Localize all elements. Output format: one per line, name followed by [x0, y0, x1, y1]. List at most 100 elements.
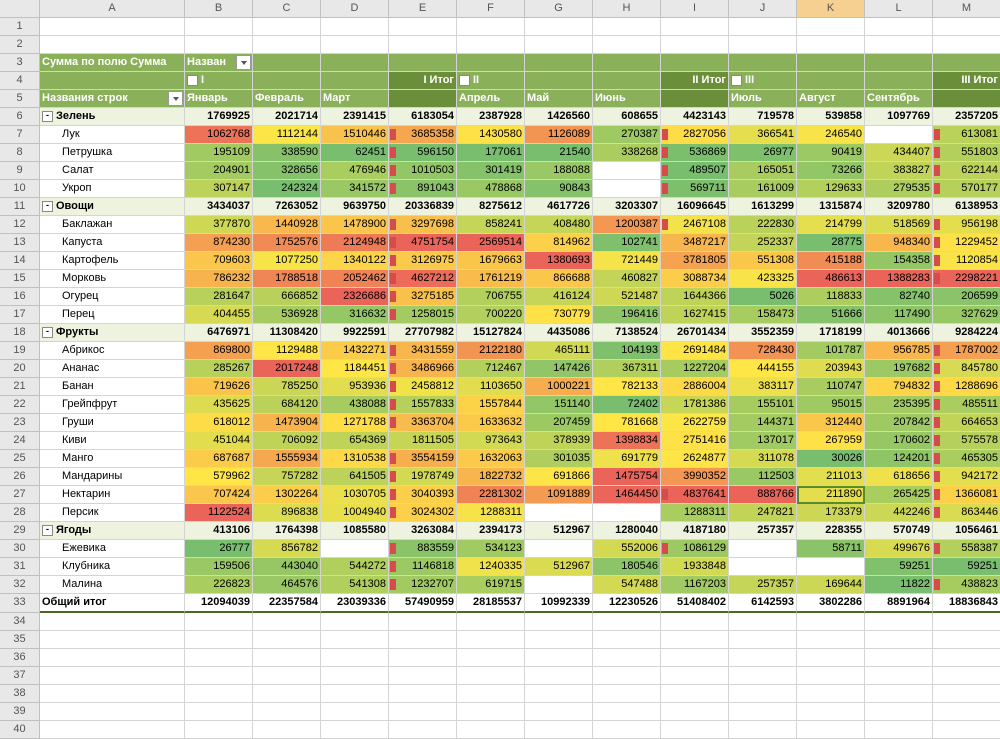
data-cell[interactable]: 1366081	[933, 486, 1000, 504]
data-cell[interactable]: 845780	[933, 360, 1000, 378]
data-cell[interactable]: 1464450	[593, 486, 661, 504]
data-cell[interactable]: 159506	[185, 558, 253, 576]
item-label[interactable]: Груши	[40, 414, 185, 432]
data-cell[interactable]: 377870	[185, 216, 253, 234]
data-cell[interactable]: 3486966	[389, 360, 457, 378]
row-gutter[interactable]: 20	[0, 360, 40, 378]
data-cell[interactable]: 26777	[185, 540, 253, 558]
data-cell[interactable]: 1788518	[253, 270, 321, 288]
item-label[interactable]: Картофель	[40, 252, 185, 270]
data-cell[interactable]: 1752576	[253, 234, 321, 252]
data-cell[interactable]: 4013666	[865, 324, 933, 342]
collapse-icon[interactable]: -	[42, 111, 53, 122]
data-cell[interactable]: 195109	[185, 144, 253, 162]
data-cell[interactable]: 721449	[593, 252, 661, 270]
data-cell[interactable]: 196416	[593, 306, 661, 324]
data-cell[interactable]	[593, 504, 661, 522]
data-cell[interactable]: 1200387	[593, 216, 661, 234]
data-cell[interactable]: 51408402	[661, 594, 729, 613]
data-cell[interactable]: 3990352	[661, 468, 729, 486]
data-cell[interactable]: 942172	[933, 468, 1000, 486]
data-cell[interactable]: 1085580	[321, 522, 389, 540]
data-cell[interactable]: 1315874	[797, 198, 865, 216]
data-cell[interactable]: 3088734	[661, 270, 729, 288]
data-cell[interactable]: 1388283	[865, 270, 933, 288]
data-cell[interactable]: 413106	[185, 522, 253, 540]
row-gutter[interactable]: 35	[0, 631, 40, 649]
data-cell[interactable]: 489507	[661, 162, 729, 180]
data-cell[interactable]: 863446	[933, 504, 1000, 522]
data-cell[interactable]: 465305	[933, 450, 1000, 468]
collapse-icon[interactable]: -	[42, 327, 53, 338]
data-cell[interactable]: 709603	[185, 252, 253, 270]
data-cell[interactable]: 664653	[933, 414, 1000, 432]
row-gutter[interactable]: 39	[0, 703, 40, 721]
data-cell[interactable]: 27707982	[389, 324, 457, 342]
group-label[interactable]: -Фрукты	[40, 324, 185, 342]
row-gutter[interactable]: 21	[0, 378, 40, 396]
data-cell[interactable]: 1475754	[593, 468, 661, 486]
data-cell[interactable]: 1271788	[321, 414, 389, 432]
data-cell[interactable]: 3487217	[661, 234, 729, 252]
data-cell[interactable]: 3297698	[389, 216, 457, 234]
data-cell[interactable]: 781668	[593, 414, 661, 432]
data-cell[interactable]: 1227204	[661, 360, 729, 378]
item-label[interactable]: Грейпфрут	[40, 396, 185, 414]
data-cell[interactable]: 129633	[797, 180, 865, 198]
data-cell[interactable]: 423325	[729, 270, 797, 288]
data-cell[interactable]: 438088	[321, 396, 389, 414]
data-cell[interactable]: 2124948	[321, 234, 389, 252]
data-cell[interactable]: 165051	[729, 162, 797, 180]
row-gutter[interactable]: 37	[0, 667, 40, 685]
data-cell[interactable]: 118833	[797, 288, 865, 306]
data-cell[interactable]: 1764398	[253, 522, 321, 540]
data-cell[interactable]: 534123	[457, 540, 525, 558]
data-cell[interactable]	[593, 180, 661, 198]
row-gutter[interactable]: 9	[0, 162, 40, 180]
row-gutter[interactable]: 29	[0, 522, 40, 540]
data-cell[interactable]	[797, 558, 865, 576]
row-gutter[interactable]: 1	[0, 18, 40, 36]
data-cell[interactable]: 1184451	[321, 360, 389, 378]
data-cell[interactable]: 1258015	[389, 306, 457, 324]
col-header-D[interactable]: D	[321, 0, 389, 18]
item-label[interactable]: Нектарин	[40, 486, 185, 504]
row-gutter[interactable]: 26	[0, 468, 40, 486]
data-cell[interactable]: 1432271	[321, 342, 389, 360]
row-gutter[interactable]: 12	[0, 216, 40, 234]
data-cell[interactable]: 1811505	[389, 432, 457, 450]
data-cell[interactable]: 161009	[729, 180, 797, 198]
spreadsheet-grid[interactable]: ABCDEFGHIJKLMN123Сумма по полю СуммаНазв…	[0, 0, 1000, 739]
data-cell[interactable]: 180546	[593, 558, 661, 576]
data-cell[interactable]: 12094039	[185, 594, 253, 613]
col-header-E[interactable]: E	[389, 0, 457, 18]
data-cell[interactable]: 203943	[797, 360, 865, 378]
item-label[interactable]: Огурец	[40, 288, 185, 306]
col-header-F[interactable]: F	[457, 0, 525, 18]
data-cell[interactable]: 51666	[797, 306, 865, 324]
data-cell[interactable]: 6138953	[933, 198, 1000, 216]
data-cell[interactable]: 1440928	[253, 216, 321, 234]
data-cell[interactable]: 888766	[729, 486, 797, 504]
data-cell[interactable]: 188088	[525, 162, 593, 180]
data-cell[interactable]: 438823	[933, 576, 1000, 594]
row-gutter[interactable]: 34	[0, 613, 40, 631]
data-cell[interactable]: 3552359	[729, 324, 797, 342]
data-cell[interactable]: 1280040	[593, 522, 661, 540]
data-cell[interactable]: 757282	[253, 468, 321, 486]
data-cell[interactable]: 301035	[525, 450, 593, 468]
data-cell[interactable]: 891043	[389, 180, 457, 198]
data-cell[interactable]: 3040393	[389, 486, 457, 504]
data-cell[interactable]: 104193	[593, 342, 661, 360]
col-header-B[interactable]: B	[185, 0, 253, 18]
item-label[interactable]: Киви	[40, 432, 185, 450]
data-cell[interactable]: 435625	[185, 396, 253, 414]
data-cell[interactable]: 551803	[933, 144, 1000, 162]
data-cell[interactable]: 30026	[797, 450, 865, 468]
data-cell[interactable]: 22357584	[253, 594, 321, 613]
data-cell[interactable]: 512967	[525, 522, 593, 540]
data-cell[interactable]: 2467108	[661, 216, 729, 234]
data-cell[interactable]: 1632063	[457, 450, 525, 468]
data-cell[interactable]: 206599	[933, 288, 1000, 306]
data-cell[interactable]: 211890	[797, 486, 865, 504]
